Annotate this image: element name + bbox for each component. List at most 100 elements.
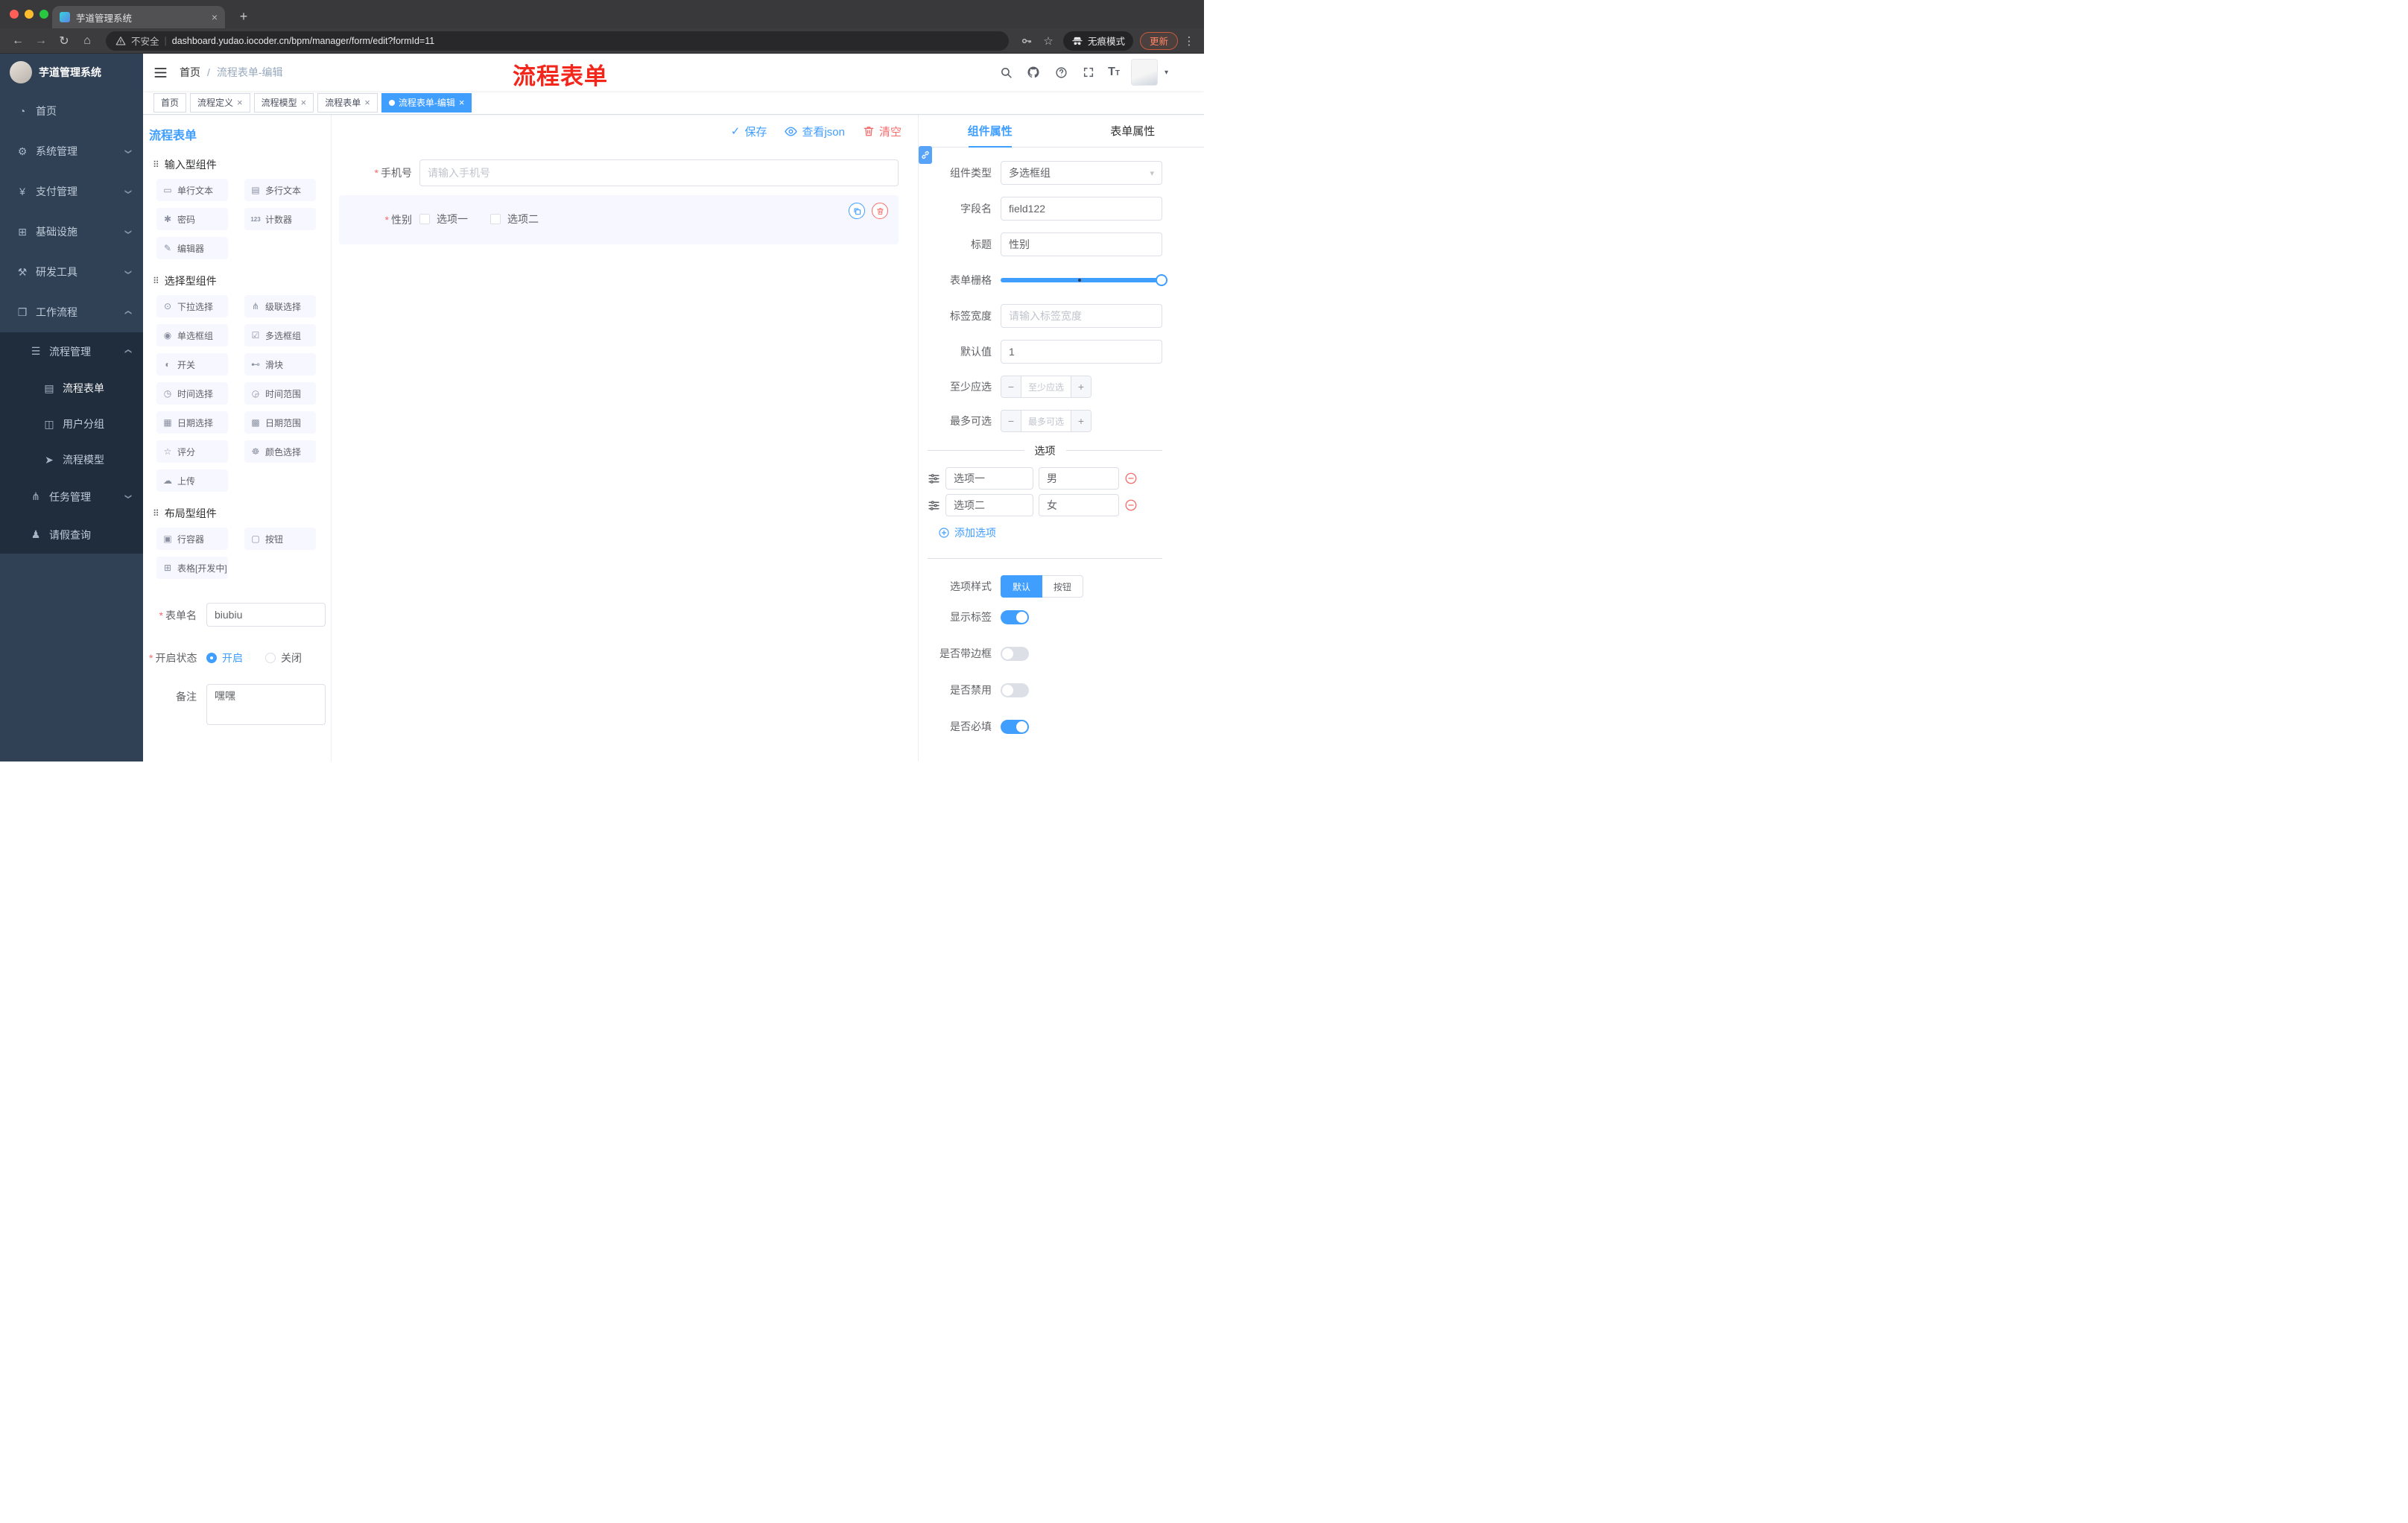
drag-handle-icon[interactable] — [928, 472, 940, 485]
option-value-input[interactable] — [1039, 467, 1119, 490]
close-icon[interactable]: × — [364, 98, 370, 107]
palette-item-按钮[interactable]: ▢ 按钮 — [244, 528, 316, 550]
close-icon[interactable]: × — [237, 98, 243, 107]
font-size-icon[interactable]: TT — [1108, 66, 1120, 79]
toggle-是否带边框[interactable] — [1001, 646, 1029, 661]
sidebar-logo[interactable]: 芋道管理系统 — [0, 54, 143, 91]
field-name-input[interactable] — [1001, 197, 1162, 221]
tag-流程模型[interactable]: 流程模型 × — [253, 92, 314, 113]
forward-button[interactable]: → — [31, 31, 51, 51]
add-option-button[interactable]: 添加选项 — [938, 525, 1162, 540]
palette-item-行容器[interactable]: ▣ 行容器 — [156, 528, 228, 550]
tag-首页[interactable]: 首页 — [153, 92, 187, 113]
sidebar-item-任务管理[interactable]: ⋔ 任务管理 ❯ — [0, 478, 143, 516]
close-tab-icon[interactable]: × — [212, 12, 218, 22]
label-width-input[interactable] — [1001, 304, 1162, 328]
github-icon[interactable] — [1025, 64, 1042, 80]
slider-handle[interactable] — [1156, 274, 1167, 286]
maximize-window-button[interactable] — [39, 10, 48, 19]
palette-item-时间选择[interactable]: ◷ 时间选择 — [156, 382, 228, 405]
sidebar-item-支付管理[interactable]: ¥ 支付管理 ❯ — [0, 171, 143, 212]
palette-item-密码[interactable]: ✱ 密码 — [156, 208, 228, 230]
style-option-默认[interactable]: 默认 — [1001, 575, 1043, 598]
remove-option-icon[interactable] — [1124, 472, 1138, 485]
copy-component-button[interactable] — [849, 203, 865, 219]
tab-表单属性[interactable]: 表单属性 — [1062, 115, 1205, 147]
close-icon[interactable]: × — [459, 98, 465, 107]
close-window-button[interactable] — [10, 10, 19, 19]
form-remark-textarea[interactable]: 嘿嘿 — [206, 684, 326, 725]
tab-组件属性[interactable]: 组件属性 — [919, 115, 1062, 148]
palette-item-编辑器[interactable]: ✎ 编辑器 — [156, 237, 228, 259]
palette-item-表格[开发中][interactable]: ⊞ 表格[开发中] — [156, 557, 228, 579]
home-button[interactable]: ⌂ — [77, 31, 98, 51]
toggle-是否禁用[interactable] — [1001, 683, 1029, 697]
tag-流程表单-编辑[interactable]: 流程表单-编辑 × — [381, 92, 472, 113]
update-button[interactable]: 更新 — [1139, 31, 1178, 50]
selected-component[interactable]: 性别 选项一 选项二 — [339, 195, 899, 244]
decrease-button[interactable]: − — [1001, 411, 1021, 431]
palette-item-下拉选择[interactable]: ⊙ 下拉选择 — [156, 295, 228, 317]
sidebar-item-请假查询[interactable]: ♟ 请假查询 — [0, 516, 143, 554]
avatar-caret-icon[interactable]: ▾ — [1165, 69, 1168, 77]
avatar[interactable] — [1130, 59, 1158, 86]
bookmark-star-icon[interactable]: ☆ — [1039, 31, 1058, 51]
action-查看json[interactable]: 查看json — [785, 124, 845, 139]
palette-item-多行文本[interactable]: ▤ 多行文本 — [244, 179, 316, 201]
password-key-icon[interactable] — [1017, 31, 1036, 51]
increase-button[interactable]: + — [1071, 411, 1091, 431]
checkbox-选项一[interactable]: 选项一 — [419, 212, 468, 227]
sidebar-item-流程管理[interactable]: ☰ 流程管理 ❯ — [0, 332, 143, 370]
sidebar-item-首页[interactable]: ◔ 首页 — [0, 91, 143, 131]
action-清空[interactable]: 清空 — [863, 124, 902, 139]
sidebar-item-基础设施[interactable]: ⊞ 基础设施 ❯ — [0, 212, 143, 252]
sidebar-item-系统管理[interactable]: ⚙ 系统管理 ❯ — [0, 131, 143, 171]
option-name-input[interactable] — [945, 467, 1033, 490]
browser-tab[interactable]: 芋道管理系统 × — [52, 6, 225, 28]
component-type-select[interactable]: 多选框组 ▾ — [1001, 161, 1162, 185]
tag-流程定义[interactable]: 流程定义 × — [190, 92, 250, 113]
help-icon[interactable] — [1053, 64, 1069, 80]
option-value-input[interactable] — [1039, 494, 1119, 516]
new-tab-button[interactable]: + — [234, 7, 253, 26]
reload-button[interactable]: ↻ — [54, 31, 75, 51]
palette-item-多选框组[interactable]: ☑ 多选框组 — [244, 324, 316, 346]
delete-component-button[interactable] — [872, 203, 888, 219]
title-input[interactable] — [1001, 232, 1162, 256]
toggle-显示标签[interactable] — [1001, 609, 1029, 624]
browser-menu-icon[interactable]: ⋮ — [1182, 34, 1197, 48]
decrease-button[interactable]: − — [1001, 376, 1021, 397]
link-icon[interactable] — [919, 146, 932, 164]
palette-item-上传[interactable]: ☁ 上传 — [156, 469, 228, 492]
checkbox-选项二[interactable]: 选项二 — [490, 212, 539, 227]
option-name-input[interactable] — [945, 494, 1033, 516]
tag-流程表单[interactable]: 流程表单 × — [317, 92, 378, 113]
palette-item-日期选择[interactable]: ▦ 日期选择 — [156, 411, 228, 434]
palette-item-计数器[interactable]: 123 计数器 — [244, 208, 316, 230]
sidebar-item-用户分组[interactable]: ◫ 用户分组 — [0, 406, 143, 442]
palette-item-日期范围[interactable]: ▩ 日期范围 — [244, 411, 316, 434]
fullscreen-icon[interactable] — [1080, 64, 1097, 80]
status-radio-关闭[interactable]: 关闭 — [265, 650, 302, 665]
increase-button[interactable]: + — [1071, 376, 1091, 397]
palette-item-颜色选择[interactable]: ☸ 颜色选择 — [244, 440, 316, 463]
palette-item-级联选择[interactable]: ⋔ 级联选择 — [244, 295, 316, 317]
status-radio-开启[interactable]: 开启 — [206, 650, 243, 665]
remove-option-icon[interactable] — [1124, 498, 1138, 512]
palette-item-开关[interactable]: ◐ 开关 — [156, 353, 228, 376]
action-保存[interactable]: ✓ 保存 — [731, 124, 767, 139]
drag-handle-icon[interactable] — [928, 499, 940, 512]
search-icon[interactable] — [998, 64, 1014, 80]
close-icon[interactable]: × — [301, 98, 307, 107]
palette-item-时间范围[interactable]: ◶ 时间范围 — [244, 382, 316, 405]
toggle-是否必填[interactable] — [1001, 719, 1029, 734]
default-value-input[interactable] — [1001, 340, 1162, 364]
sidebar-item-工作流程[interactable]: ❒ 工作流程 ❯ — [0, 292, 143, 332]
form-name-input[interactable] — [206, 603, 326, 627]
breadcrumb-home[interactable]: 首页 — [180, 65, 200, 80]
sidebar-item-流程模型[interactable]: ➤ 流程模型 — [0, 442, 143, 478]
palette-item-单行文本[interactable]: ▭ 单行文本 — [156, 179, 228, 201]
palette-item-滑块[interactable]: ⊷ 滑块 — [244, 353, 316, 376]
back-button[interactable]: ← — [7, 31, 28, 51]
phone-input[interactable] — [419, 159, 899, 186]
